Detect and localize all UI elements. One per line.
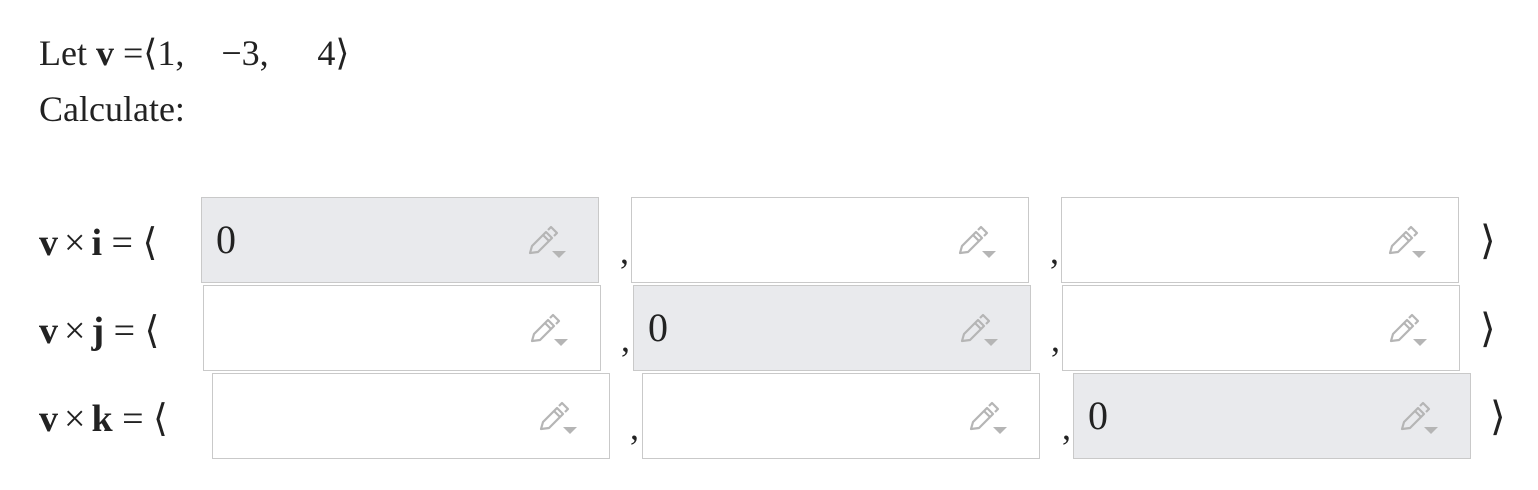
answer-input-k-x[interactable] — [212, 373, 610, 459]
comma-separator: , — [1050, 231, 1059, 271]
answer-input-k-z[interactable]: 0 — [1073, 373, 1471, 459]
answer-input-j-y[interactable]: 0 — [633, 285, 1031, 371]
answer-input-j-z[interactable] — [1062, 285, 1460, 371]
answer-input-i-y[interactable] — [631, 197, 1029, 283]
row-vector-symbol: v — [39, 398, 58, 440]
answer-input-j-x[interactable] — [203, 285, 601, 371]
equals-sign: = — [122, 33, 144, 73]
row-vector-symbol: v — [39, 310, 58, 352]
instruction-text: Calculate: — [39, 89, 185, 129]
unit-vector-symbol: k — [91, 398, 113, 440]
cross-product-row-j: v × j = ⟨ , 0 , ⟩ — [0, 285, 1538, 375]
pencil-dropdown-icon[interactable] — [1398, 401, 1442, 437]
vector-component-1: 1, — [157, 33, 185, 73]
pencil-dropdown-icon[interactable] — [1387, 313, 1431, 349]
vector-symbol: v — [95, 33, 114, 73]
comma-separator: , — [630, 407, 639, 447]
row-label: v × i = ⟨ — [39, 221, 157, 265]
pencil-dropdown-icon[interactable] — [526, 225, 570, 261]
comma-separator: , — [620, 231, 629, 271]
pencil-dropdown-icon[interactable] — [967, 401, 1011, 437]
pencil-dropdown-icon[interactable] — [528, 313, 572, 349]
cross-product-row-k: v × k = ⟨ , , 0 ⟩ — [0, 373, 1538, 463]
answer-input-i-z[interactable] — [1061, 197, 1459, 283]
close-angle-bracket: ⟩ — [1480, 218, 1496, 263]
input-value: 0 — [648, 305, 668, 350]
unit-vector-symbol: j — [91, 310, 105, 352]
equals-sign: = — [122, 398, 144, 440]
answer-input-k-y[interactable] — [642, 373, 1040, 459]
times-symbol: × — [64, 222, 86, 264]
equals-sign: = — [111, 222, 133, 264]
close-angle-bracket: ⟩ — [1480, 306, 1496, 351]
row-label: v × k = ⟨ — [39, 397, 168, 441]
problem-statement: Let v =⟨1, −3, 4⟩ — [39, 31, 349, 75]
times-symbol: × — [64, 398, 86, 440]
comma-separator: , — [621, 319, 630, 359]
row-vector-symbol: v — [39, 222, 58, 264]
unit-vector-symbol: i — [91, 222, 102, 264]
comma-separator: , — [1051, 319, 1060, 359]
input-value: 0 — [216, 217, 236, 262]
pencil-dropdown-icon[interactable] — [956, 225, 1000, 261]
open-angle-bracket: ⟨ — [143, 33, 158, 73]
row-label: v × j = ⟨ — [39, 309, 159, 353]
close-angle-bracket: ⟩ — [1490, 394, 1506, 439]
pencil-dropdown-icon[interactable] — [537, 401, 581, 437]
close-angle-bracket: ⟩ — [335, 33, 350, 73]
times-symbol: × — [64, 310, 86, 352]
answer-input-i-x[interactable]: 0 — [201, 197, 599, 283]
cross-product-row-i: v × i = ⟨ 0 , , ⟩ — [0, 197, 1538, 287]
open-angle-bracket: ⟨ — [144, 310, 160, 352]
open-angle-bracket: ⟨ — [142, 222, 158, 264]
equals-sign: = — [113, 310, 136, 352]
input-value: 0 — [1088, 393, 1108, 438]
open-angle-bracket: ⟨ — [153, 398, 168, 440]
pencil-dropdown-icon[interactable] — [958, 313, 1002, 349]
vector-component-2: −3, — [221, 33, 269, 73]
pencil-dropdown-icon[interactable] — [1386, 225, 1430, 261]
let-word: Let — [39, 33, 87, 73]
comma-separator: , — [1062, 407, 1071, 447]
vector-component-3: 4 — [317, 33, 336, 73]
